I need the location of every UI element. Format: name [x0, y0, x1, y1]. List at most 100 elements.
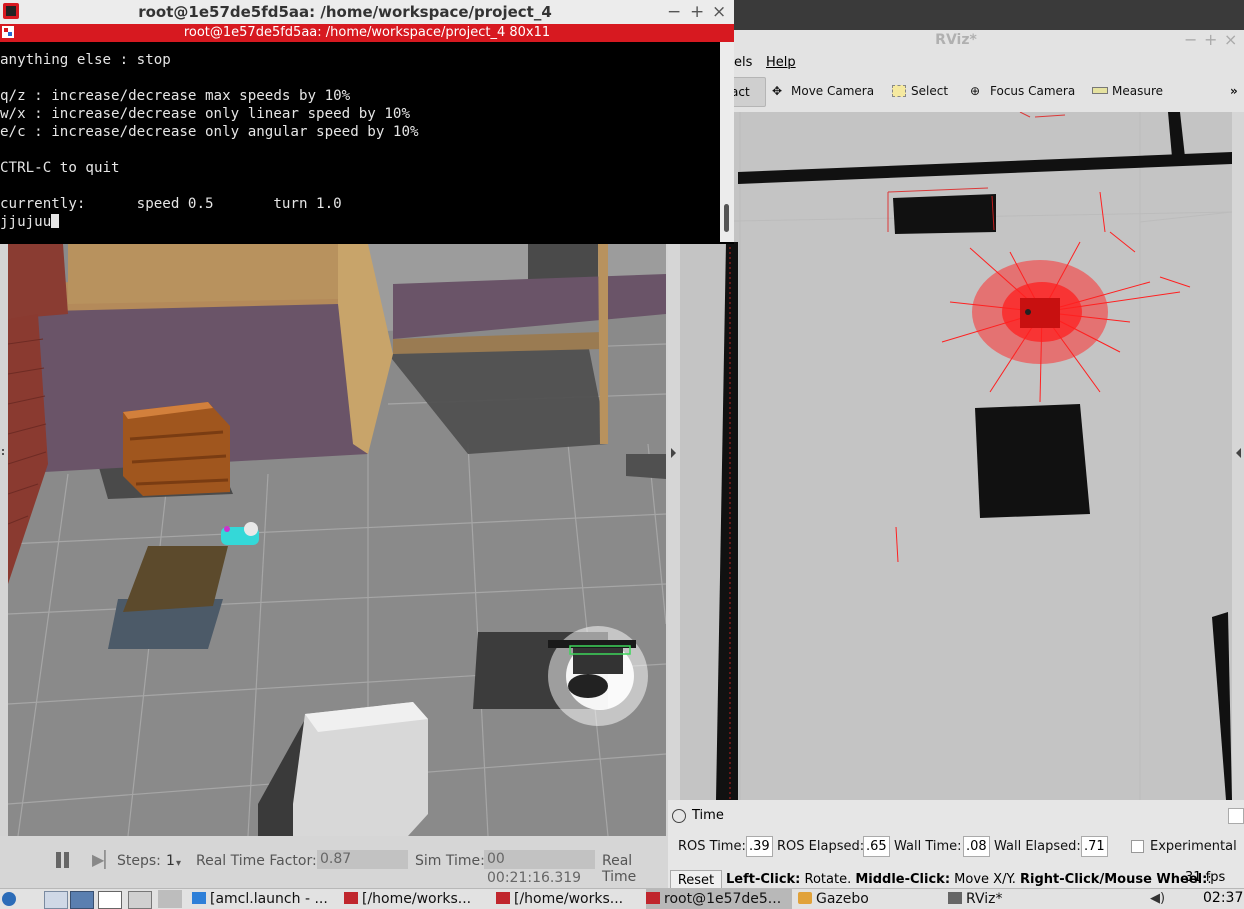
experimental-checkbox[interactable] [1131, 840, 1144, 853]
terminal-line: w/x : increase/decrease only linear spee… [0, 106, 410, 122]
terminal-launcher-icon[interactable] [128, 891, 152, 909]
rviz-titlebar[interactable]: RViz* − + × [668, 30, 1244, 52]
panel-close-button[interactable] [1228, 808, 1244, 824]
gazebo-window: ▶▏ Steps: 1 ▾ Real Time Factor: 0.87 Sim… [0, 242, 668, 888]
help-right-click: Right-Click/Mouse Wheel: [1020, 872, 1208, 887]
wall-time-field: .08 [963, 836, 990, 857]
sim-time-field: 00 00:21:16.319 [484, 850, 595, 886]
status-help-text: Left-Click: Rotate. Middle-Click: Move X… [726, 872, 1212, 887]
taskbar-item-label: RViz* [966, 891, 1003, 907]
terminal-scroll-thumb[interactable] [724, 204, 729, 232]
taskbar-item-label: [amcl.launch - ... [210, 891, 328, 907]
wall-time-label: Wall Time: [894, 839, 962, 854]
rviz-3d-view[interactable] [680, 112, 1232, 800]
rviz-menubar: els Help [668, 52, 1244, 72]
terminal-scrollbar[interactable] [720, 42, 734, 242]
pause-icon[interactable] [56, 852, 61, 868]
steps-value[interactable]: 1 [166, 853, 175, 869]
close-button[interactable]: × [1224, 30, 1237, 49]
file-manager-icon[interactable] [44, 891, 68, 909]
terminal-line: e/c : increase/decrease only angular spe… [0, 124, 419, 140]
right-dock-handle[interactable] [1232, 112, 1244, 800]
gazebo-left-grip[interactable] [0, 442, 8, 462]
terminal-tab[interactable]: root@1e57de5fd5aa: /home/workspace/proje… [0, 24, 734, 42]
toolbar-more-button[interactable]: » [1230, 84, 1238, 98]
tool-move-camera[interactable]: Move Camera [791, 84, 874, 98]
fps-counter: 31 fps [1185, 870, 1226, 885]
gazebo-time-bar: ▶▏ Steps: 1 ▾ Real Time Factor: 0.87 Sim… [0, 836, 668, 888]
expand-right-icon [1236, 448, 1241, 458]
sim-time-label: Sim Time: [415, 853, 485, 869]
rviz-window: RViz* − + × els Help act ✥ Move Camera S… [668, 30, 1244, 892]
terminal-cursor [51, 214, 60, 228]
minimize-button[interactable]: − [1184, 30, 1197, 49]
terminal-maximize-button[interactable]: + [690, 2, 704, 22]
terminal-close-button[interactable]: × [712, 2, 726, 22]
time-panel-title: Time [692, 808, 724, 823]
taskbar-item-label: Gazebo [816, 891, 869, 907]
taskbar-item-terminal-2[interactable]: [/home/works... [496, 889, 642, 909]
taskbar-item-label: [/home/works... [362, 891, 472, 907]
help-left-click: Left-Click: [726, 872, 801, 887]
rtf-label: Real Time Factor: [196, 853, 317, 869]
gazebo-scene [8, 244, 666, 836]
move-camera-icon: ✥ [772, 84, 783, 98]
terminal-titlebar[interactable]: root@1e57de5fd5aa: /home/workspace/proje… [0, 0, 734, 25]
tool-select[interactable]: Select [911, 84, 948, 98]
desktop-icon[interactable] [70, 891, 94, 909]
real-time-label: Real Time [602, 853, 637, 885]
clock[interactable]: 02:37 [1203, 890, 1243, 906]
blank-launcher-icon[interactable] [158, 890, 182, 908]
terminal-output[interactable]: anything else : stop q/z : increase/decre… [0, 42, 720, 242]
vscode-icon [192, 892, 206, 904]
terminal-line: CTRL-C to quit [0, 160, 120, 176]
volume-icon[interactable]: ◀) [1150, 891, 1165, 906]
taskbar: [amcl.launch - ... [/home/works... [/hom… [0, 888, 1244, 909]
menu-panels[interactable]: els [734, 55, 752, 70]
terminal-line: anything else : stop [0, 52, 171, 68]
menu-help[interactable]: Help [766, 55, 796, 70]
ros-elapsed-field: .65 [863, 836, 890, 857]
terminal-title: root@1e57de5fd5aa: /home/workspace/proje… [138, 3, 552, 21]
gazebo-icon [798, 892, 812, 904]
terminal-icon [496, 892, 510, 904]
wall-elapsed-label: Wall Elapsed: [994, 839, 1081, 854]
window-list-icon[interactable] [98, 891, 122, 909]
ros-elapsed-label: ROS Elapsed: [777, 839, 865, 854]
step-icon[interactable]: ▶▏ [92, 850, 117, 869]
terminal-icon [646, 892, 660, 904]
rviz-icon [948, 892, 962, 904]
taskbar-item-terminal-active[interactable]: root@1e57de5... [646, 889, 792, 909]
terminal-minimize-button[interactable]: − [667, 2, 681, 22]
tool-focus-camera[interactable]: Focus Camera [990, 84, 1075, 98]
start-menu-icon[interactable] [0, 890, 20, 908]
gazebo-3d-viewport[interactable] [8, 244, 666, 836]
terminal-window[interactable]: root@1e57de5fd5aa: /home/workspace/proje… [0, 0, 734, 244]
taskbar-item-rviz[interactable]: RViz* [948, 889, 1088, 909]
taskbar-item-gazebo[interactable]: Gazebo [798, 889, 944, 909]
taskbar-item-label: root@1e57de5... [664, 891, 782, 907]
terminal-icon [344, 892, 358, 904]
terminal-input-line[interactable]: jjujuu [0, 213, 720, 231]
ros-time-label: ROS Time: [678, 839, 746, 854]
help-middle-click: Middle-Click: [855, 872, 951, 887]
experimental-label: Experimental [1150, 839, 1237, 854]
terminal-tab-title: root@1e57de5fd5aa: /home/workspace/proje… [183, 25, 551, 40]
rviz-map-render [680, 112, 1232, 800]
rviz-title: RViz* [935, 32, 977, 48]
pause-icon-bar [64, 852, 69, 868]
taskbar-item-amcl[interactable]: [amcl.launch - ... [192, 889, 338, 909]
maximize-button[interactable]: + [1204, 30, 1217, 49]
help-left-click-text: Rotate. [800, 872, 856, 887]
terminal-line: q/z : increase/decrease max speeds by 10… [0, 88, 351, 104]
measure-icon [1092, 87, 1108, 94]
ros-time-field: .39 [746, 836, 773, 857]
steps-dropdown-icon[interactable]: ▾ [176, 858, 181, 869]
rviz-toolbar: act ✥ Move Camera Select ⊕ Focus Camera … [668, 72, 1244, 113]
taskbar-item-label: [/home/works... [514, 891, 624, 907]
tool-measure[interactable]: Measure [1112, 84, 1163, 98]
taskbar-item-terminal-1[interactable]: [/home/works... [344, 889, 490, 909]
